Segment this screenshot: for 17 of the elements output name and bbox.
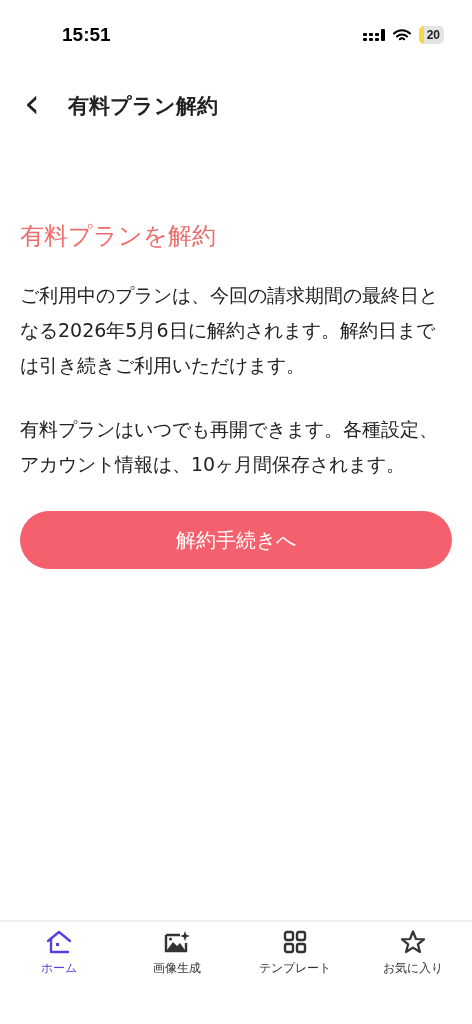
back-button[interactable]: ‹: [20, 83, 44, 129]
tab-item[interactable]: ホーム: [4, 928, 114, 979]
info-paragraph: 有料プランはいつでも再開できます。各種設定、アカウント情報は、10ヶ月間保存されます。: [20, 417, 439, 477]
tab-item[interactable]: お気に入り: [358, 928, 468, 979]
tab-item[interactable]: テンプレート: [240, 928, 350, 979]
battery-indicator: 20: [418, 26, 444, 44]
info-paragraph: ご利用中のプランは、今回の請求期間の最終日となる2026年5月6日に解約されます。解約日までは引き続きご利用いただけます。: [20, 283, 439, 378]
page-title: 有料プラン解約: [68, 93, 218, 120]
section-heading: 有料プランを解約: [20, 221, 217, 252]
status-time: 15:51: [62, 24, 111, 46]
home-icon: [46, 930, 72, 954]
grid-icon: [283, 930, 307, 954]
wifi-icon: [392, 28, 411, 42]
signal-icon: [362, 29, 385, 41]
star-icon: [400, 930, 426, 954]
tab-item[interactable]: 画像生成: [122, 928, 232, 979]
image-sparkle-icon: [164, 930, 190, 954]
